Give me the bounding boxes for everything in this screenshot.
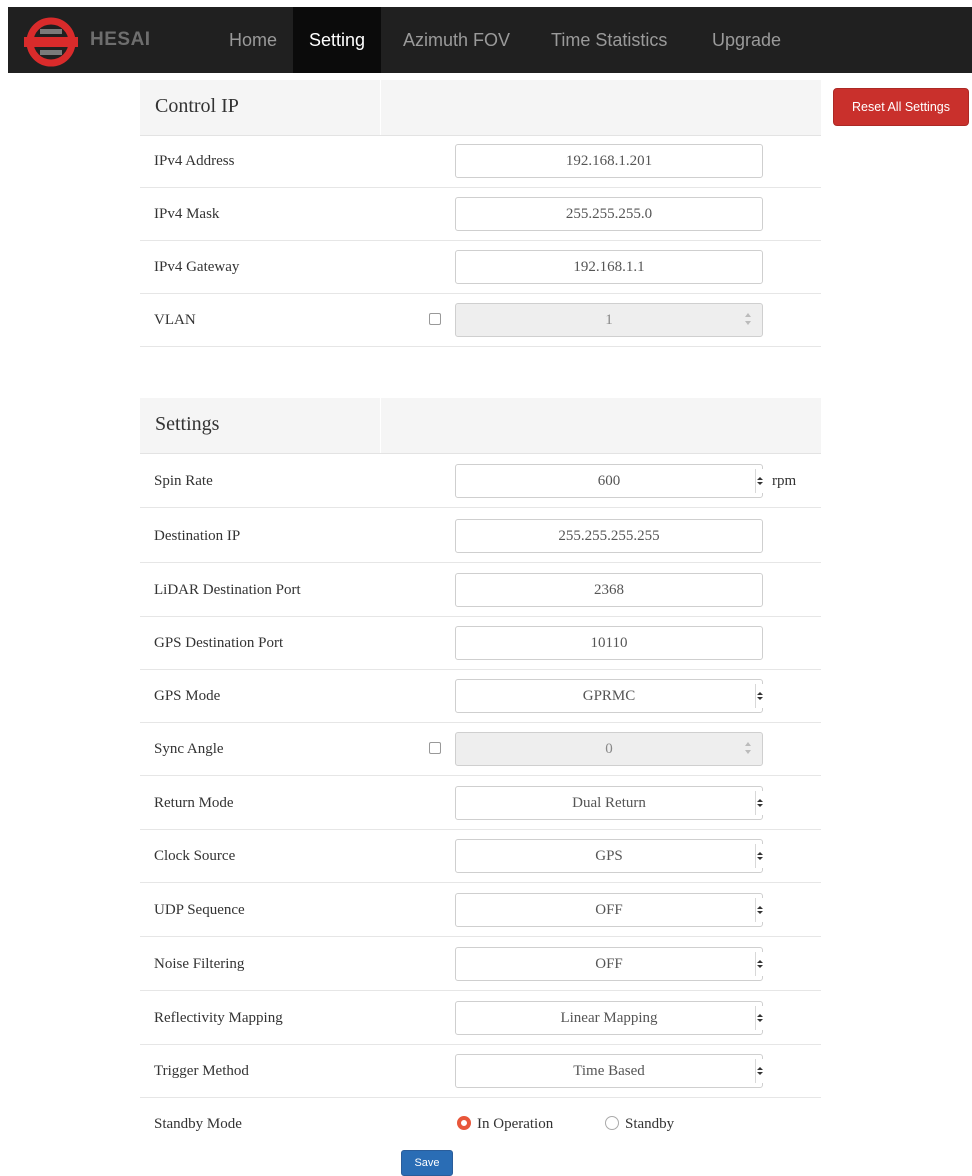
row-ipv4-gateway: IPv4 Gateway 192.168.1.1 (140, 241, 821, 294)
return-mode-label: Return Mode (154, 795, 234, 811)
lidar-destination-port-label: LiDAR Destination Port (154, 582, 301, 598)
trigger-method-select[interactable]: Time Based (455, 1054, 764, 1088)
settings-header: Settings (140, 398, 821, 454)
row-vlan: VLAN 1 (140, 294, 821, 347)
row-gps-destination-port: GPS Destination Port 10110 (140, 617, 821, 670)
udp-sequence-select[interactable]: OFF (455, 893, 764, 927)
sync-angle-checkbox[interactable] (429, 742, 441, 754)
ipv4-address-input[interactable]: 192.168.1.201 (455, 144, 763, 178)
row-gps-mode: GPS Mode GPRMC (140, 670, 821, 723)
clock-source-select[interactable]: GPS (455, 839, 764, 873)
nav-setting[interactable]: Setting (293, 7, 382, 73)
sync-angle-number-input[interactable]: 0 (455, 732, 763, 766)
gps-mode-value: GPRMC (582, 688, 636, 704)
nav-home[interactable]: Home (213, 7, 293, 73)
nav-azimuth-fov[interactable]: Azimuth FOV (387, 7, 526, 73)
row-sync-angle: Sync Angle 0 (140, 723, 821, 776)
sync-angle-label: Sync Angle (154, 741, 224, 757)
reflectivity-mapping-value: Linear Mapping (560, 1010, 658, 1026)
row-destination-ip: Destination IP 255.255.255.255 (140, 510, 821, 563)
spin-rate-label: Spin Rate (154, 473, 213, 489)
chevron-updown-icon (755, 1006, 764, 1030)
hesai-logo-icon (24, 17, 78, 67)
spin-rate-unit: rpm (772, 473, 797, 489)
vlan-label: VLAN (154, 312, 196, 328)
chevron-updown-icon (755, 898, 764, 922)
ipv4-mask-label: IPv4 Mask (154, 206, 220, 222)
nav-time-statistics[interactable]: Time Statistics (535, 7, 683, 73)
row-lidar-destination-port: LiDAR Destination Port 2368 (140, 564, 821, 617)
radio-standby[interactable] (605, 1116, 619, 1130)
clock-source-label: Clock Source (154, 848, 236, 864)
top-navbar: HESAI Home Setting Azimuth FOV Time Stat… (8, 7, 972, 73)
clock-source-value: GPS (595, 848, 623, 864)
noise-filtering-value: OFF (595, 956, 623, 972)
chevron-updown-icon (755, 952, 764, 976)
ipv4-mask-input[interactable]: 255.255.255.0 (455, 197, 763, 231)
row-clock-source: Clock Source GPS (140, 830, 821, 883)
reflectivity-mapping-select[interactable]: Linear Mapping (455, 1001, 764, 1035)
gps-mode-select[interactable]: GPRMC (455, 679, 764, 713)
vlan-spinner-icon[interactable] (743, 310, 752, 330)
chevron-updown-icon (755, 1059, 764, 1083)
udp-sequence-value: OFF (595, 902, 623, 918)
gps-destination-port-label: GPS Destination Port (154, 635, 284, 651)
radio-in-operation[interactable] (457, 1116, 471, 1130)
settings-title: Settings (155, 413, 220, 435)
control-ip-title: Control IP (155, 95, 239, 117)
row-noise-filtering: Noise Filtering OFF (140, 938, 821, 991)
gps-destination-port-input[interactable]: 10110 (455, 626, 763, 660)
radio-standby-label[interactable]: Standby (625, 1098, 674, 1151)
row-trigger-method: Trigger Method Time Based (140, 1045, 821, 1098)
ipv4-gateway-label: IPv4 Gateway (154, 259, 240, 275)
return-mode-value: Dual Return (572, 795, 646, 811)
trigger-method-label: Trigger Method (154, 1063, 249, 1079)
radio-in-operation-label[interactable]: In Operation (477, 1098, 553, 1151)
gps-mode-label: GPS Mode (154, 688, 221, 704)
vlan-value: 1 (605, 312, 613, 328)
ipv4-address-label: IPv4 Address (154, 153, 235, 169)
vlan-number-input[interactable]: 1 (455, 303, 763, 337)
ipv4-gateway-input[interactable]: 192.168.1.1 (455, 250, 763, 284)
header-divider (380, 80, 381, 135)
chevron-updown-icon (755, 469, 764, 493)
row-ipv4-mask: IPv4 Mask 255.255.255.0 (140, 188, 821, 241)
row-return-mode: Return Mode Dual Return (140, 777, 821, 830)
row-spin-rate: Spin Rate 600 rpm (140, 455, 821, 508)
reflectivity-mapping-label: Reflectivity Mapping (154, 1010, 283, 1026)
chevron-updown-icon (755, 791, 764, 815)
udp-sequence-label: UDP Sequence (154, 902, 245, 918)
header-divider (380, 398, 381, 453)
chevron-updown-icon (755, 844, 764, 868)
reset-all-settings-button[interactable]: Reset All Settings (833, 88, 969, 126)
trigger-method-value: Time Based (573, 1063, 645, 1079)
return-mode-select[interactable]: Dual Return (455, 786, 764, 820)
sync-angle-value: 0 (605, 741, 613, 757)
standby-mode-label: Standby Mode (154, 1116, 242, 1132)
row-reflectivity-mapping: Reflectivity Mapping Linear Mapping (140, 992, 821, 1045)
row-standby-mode: Standby Mode In Operation Standby (140, 1098, 821, 1151)
spin-rate-value: 600 (597, 473, 621, 489)
vlan-checkbox[interactable] (429, 313, 441, 325)
brand-name: HESAI (90, 29, 151, 50)
row-ipv4-address: IPv4 Address 192.168.1.201 (140, 135, 821, 188)
save-button[interactable]: Save (401, 1150, 453, 1176)
control-ip-header: Control IP (140, 80, 821, 136)
destination-ip-label: Destination IP (154, 528, 241, 544)
row-udp-sequence: UDP Sequence OFF (140, 884, 821, 937)
noise-filtering-select[interactable]: OFF (455, 947, 764, 981)
nav-upgrade[interactable]: Upgrade (696, 7, 797, 73)
noise-filtering-label: Noise Filtering (154, 956, 245, 972)
chevron-updown-icon (755, 684, 764, 708)
sync-angle-spinner-icon[interactable] (743, 739, 752, 759)
spin-rate-select[interactable]: 600 (455, 464, 764, 498)
lidar-destination-port-input[interactable]: 2368 (455, 573, 763, 607)
destination-ip-input[interactable]: 255.255.255.255 (455, 519, 763, 553)
